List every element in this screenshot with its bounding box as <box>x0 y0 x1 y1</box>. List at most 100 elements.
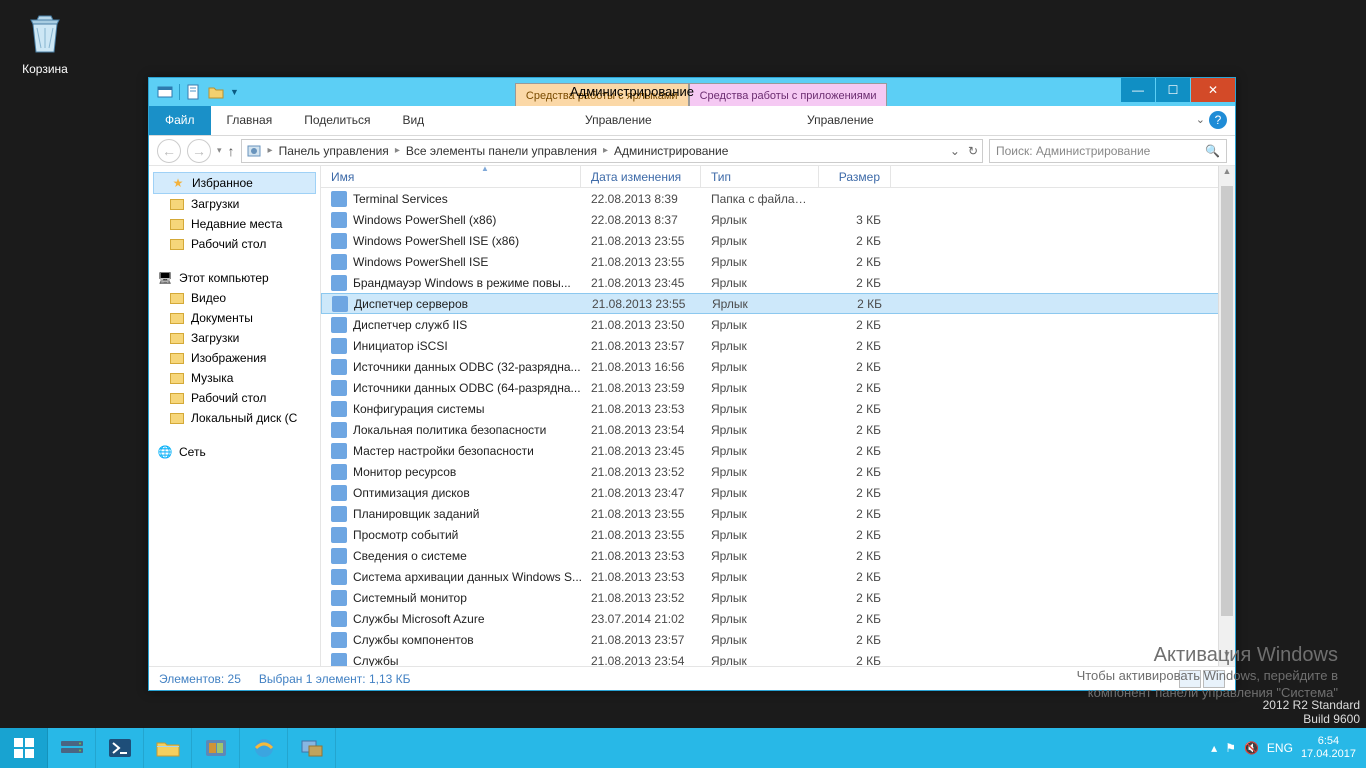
navigation-pane: ★Избранное ЗагрузкиНедавние местаРабочий… <box>149 166 321 666</box>
breadcrumb-root[interactable]: Панель управления <box>279 144 389 158</box>
desktop: Корзина ▼ Администрирование Средства раб… <box>0 0 1366 768</box>
table-row[interactable]: Диспетчер серверов21.08.2013 23:55Ярлык2… <box>321 293 1235 314</box>
col-date[interactable]: Дата изменения <box>581 166 701 187</box>
nav-item[interactable]: Загрузки <box>149 194 320 214</box>
address-box[interactable]: ▸ Панель управления ▸ Все элементы панел… <box>241 139 983 163</box>
breadcrumb-sep-icon[interactable]: ▸ <box>603 145 608 156</box>
table-row[interactable]: Локальная политика безопасности21.08.201… <box>321 419 1235 440</box>
tray-clock[interactable]: 6:54 17.04.2017 <box>1301 735 1356 761</box>
col-type[interactable]: Тип <box>701 166 819 187</box>
breadcrumb-sep-icon[interactable]: ▸ <box>268 145 273 156</box>
ribbon-manage-1[interactable]: Управление <box>569 106 668 134</box>
task-app-2[interactable] <box>288 728 336 768</box>
table-row[interactable]: Windows PowerShell (x86)22.08.2013 8:37Я… <box>321 209 1235 230</box>
titlebar[interactable]: ▼ Администрирование Средства работы с яр… <box>149 78 1235 106</box>
task-explorer[interactable] <box>144 728 192 768</box>
nav-item[interactable]: Музыка <box>149 368 320 388</box>
nav-item[interactable]: Загрузки <box>149 328 320 348</box>
start-button[interactable] <box>0 728 48 768</box>
file-icon <box>331 380 347 396</box>
close-button[interactable]: ✕ <box>1191 78 1235 102</box>
table-row[interactable]: Система архивации данных Windows S...21.… <box>321 566 1235 587</box>
nav-back-button[interactable]: ← <box>157 139 181 163</box>
context-tab-applications[interactable]: Средства работы с приложениями <box>689 83 888 106</box>
scroll-thumb[interactable] <box>1221 186 1233 616</box>
table-row[interactable]: Windows PowerShell ISE (x86)21.08.2013 2… <box>321 230 1235 251</box>
qat-dropdown-icon[interactable]: ▼ <box>230 87 239 97</box>
tray-sound-icon[interactable]: 🔇 <box>1244 741 1259 755</box>
nav-history-icon[interactable]: ▾ <box>217 145 222 156</box>
nav-item[interactable]: Документы <box>149 308 320 328</box>
table-row[interactable]: Просмотр событий21.08.2013 23:55Ярлык2 К… <box>321 524 1235 545</box>
file-icon <box>331 401 347 417</box>
nav-item[interactable]: Рабочий стол <box>149 388 320 408</box>
table-row[interactable]: Диспетчер служб IIS21.08.2013 23:50Ярлык… <box>321 314 1235 335</box>
star-icon: ★ <box>170 175 186 191</box>
nav-item[interactable]: Рабочий стол <box>149 234 320 254</box>
nav-up-button[interactable]: ↑ <box>228 143 235 159</box>
minimize-button[interactable]: — <box>1121 78 1155 102</box>
search-icon[interactable]: 🔍 <box>1205 144 1220 158</box>
table-row[interactable]: Оптимизация дисков21.08.2013 23:47Ярлык2… <box>321 482 1235 503</box>
column-headers: Имя Дата изменения Тип Размер <box>321 166 1235 188</box>
nav-forward-button[interactable]: → <box>187 139 211 163</box>
breadcrumb-mid[interactable]: Все элементы панели управления <box>406 144 597 158</box>
table-row[interactable]: Планировщик заданий21.08.2013 23:55Ярлык… <box>321 503 1235 524</box>
col-size[interactable]: Размер <box>819 166 891 187</box>
nav-item[interactable]: Изображения <box>149 348 320 368</box>
new-folder-icon[interactable] <box>208 84 224 100</box>
ribbon-collapse-icon[interactable]: ⌄ <box>1196 113 1205 126</box>
table-row[interactable]: Windows PowerShell ISE21.08.2013 23:55Яр… <box>321 251 1235 272</box>
properties-icon[interactable] <box>186 84 202 100</box>
table-row[interactable]: Terminal Services22.08.2013 8:39Папка с … <box>321 188 1235 209</box>
table-row[interactable]: Сведения о системе21.08.2013 23:53Ярлык2… <box>321 545 1235 566</box>
ribbon-share[interactable]: Поделиться <box>288 106 386 135</box>
nav-item[interactable]: Недавние места <box>149 214 320 234</box>
task-ie[interactable] <box>240 728 288 768</box>
table-row[interactable]: Инициатор iSCSI21.08.2013 23:57Ярлык2 КБ <box>321 335 1235 356</box>
nav-item[interactable]: Видео <box>149 288 320 308</box>
breadcrumb-leaf[interactable]: Администрирование <box>614 144 728 158</box>
file-icon <box>331 422 347 438</box>
tray-chevron-icon[interactable]: ▴ <box>1211 741 1217 755</box>
ribbon-file[interactable]: Файл <box>149 106 211 135</box>
computer-icon: 🖥 <box>157 270 173 286</box>
scrollbar[interactable]: ▲ ▼ <box>1218 166 1235 666</box>
maximize-button[interactable]: ☐ <box>1156 78 1190 102</box>
table-row[interactable]: Системный монитор21.08.2013 23:52Ярлык2 … <box>321 587 1235 608</box>
file-icon <box>331 485 347 501</box>
task-server-manager[interactable] <box>48 728 96 768</box>
search-box[interactable]: Поиск: Администрирование 🔍 <box>989 139 1227 163</box>
recycle-bin[interactable]: Корзина <box>10 10 80 76</box>
table-row[interactable]: Монитор ресурсов21.08.2013 23:52Ярлык2 К… <box>321 461 1235 482</box>
favorites-root[interactable]: ★Избранное <box>153 172 316 194</box>
build-info: 2012 R2 Standard Build 9600 <box>1263 698 1360 726</box>
window-buttons: — ☐ ✕ <box>1120 78 1235 102</box>
address-bar: ← → ▾ ↑ ▸ Панель управления ▸ Все элемен… <box>149 136 1235 166</box>
tray-lang[interactable]: ENG <box>1267 741 1293 755</box>
refresh-icon[interactable]: ↻ <box>968 144 978 158</box>
table-row[interactable]: Источники данных ODBC (64-разрядна...21.… <box>321 377 1235 398</box>
task-powershell[interactable] <box>96 728 144 768</box>
nav-item[interactable]: Локальный диск (C <box>149 408 320 428</box>
table-row[interactable]: Конфигурация системы21.08.2013 23:53Ярлы… <box>321 398 1235 419</box>
address-dropdown-icon[interactable]: ⌄ <box>950 144 960 158</box>
window-icon <box>157 84 173 100</box>
scroll-up-icon[interactable]: ▲ <box>1219 166 1235 183</box>
col-name[interactable]: Имя <box>321 166 581 187</box>
table-row[interactable]: Мастер настройки безопасности21.08.2013 … <box>321 440 1235 461</box>
computer-root[interactable]: 🖥Этот компьютер <box>149 268 320 288</box>
help-icon[interactable]: ? <box>1209 111 1227 129</box>
table-row[interactable]: Службы Microsoft Azure23.07.2014 21:02Яр… <box>321 608 1235 629</box>
ribbon-view[interactable]: Вид <box>386 106 440 135</box>
breadcrumb-sep-icon[interactable]: ▸ <box>395 145 400 156</box>
file-icon <box>331 464 347 480</box>
tray-flag-icon[interactable]: ⚑ <box>1225 741 1236 755</box>
task-app-1[interactable] <box>192 728 240 768</box>
network-root[interactable]: 🌐Сеть <box>149 442 320 462</box>
ribbon-home[interactable]: Главная <box>211 106 289 135</box>
ribbon-manage-2[interactable]: Управление <box>791 106 890 134</box>
table-row[interactable]: Брандмауэр Windows в режиме повы...21.08… <box>321 272 1235 293</box>
table-row[interactable]: Источники данных ODBC (32-разрядна...21.… <box>321 356 1235 377</box>
context-tab-shortcuts[interactable]: Средства работы с ярлыками <box>515 83 689 106</box>
